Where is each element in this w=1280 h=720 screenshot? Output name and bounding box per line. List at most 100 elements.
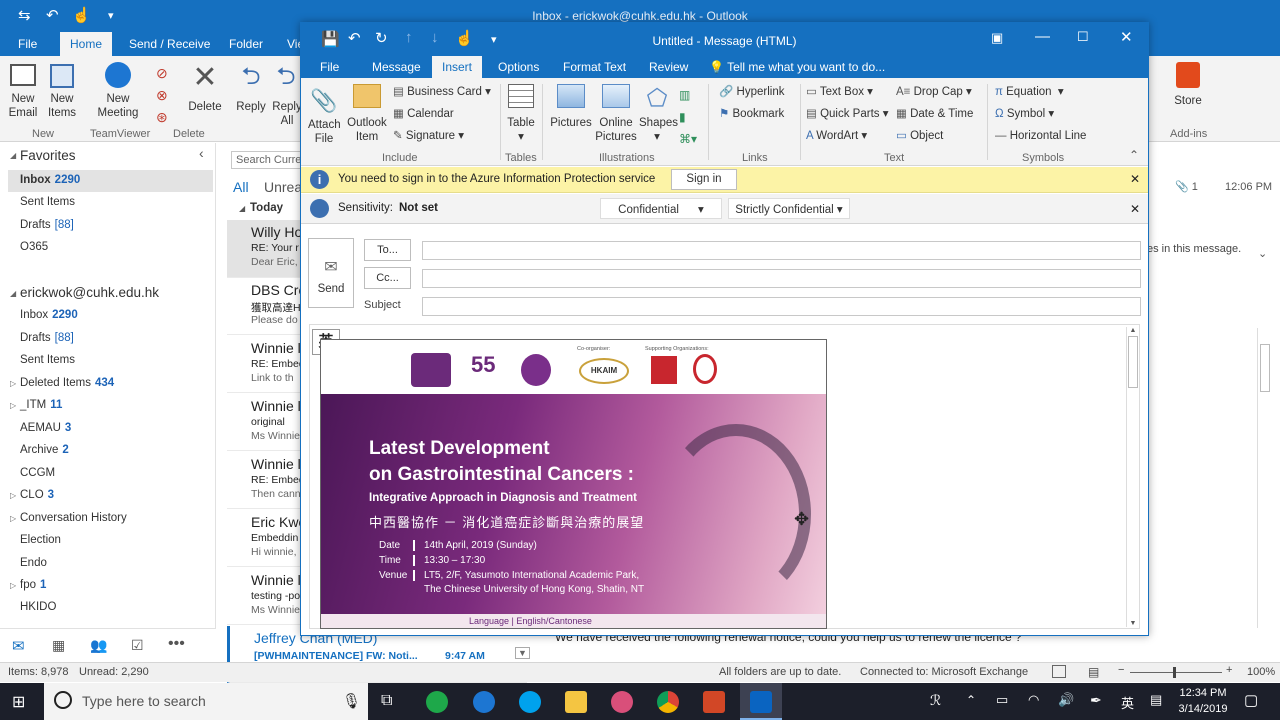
cc-button[interactable]: Cc... (364, 267, 411, 289)
hyperlink-button[interactable]: 🔗 Hyperlink (719, 85, 784, 99)
smartart-chart-screenshot-icons[interactable]: ▥ ▮ ⌘▾ (679, 84, 697, 150)
expand-deleted-icon[interactable]: ▷ (10, 379, 16, 388)
body-scrollbar[interactable]: ▲ ▼ (1126, 327, 1139, 627)
taskbar-clock[interactable]: 12:34 PM 3/14/2019 (1170, 685, 1236, 717)
cleanup-icons[interactable]: ⊘ ⊗ ⊛ (156, 62, 168, 128)
expand-clo-icon[interactable]: ▷ (10, 491, 16, 500)
folder-conversation-history[interactable]: Conversation History (20, 512, 127, 524)
outlook-taskbar-button[interactable] (740, 683, 782, 720)
reading-view-icon[interactable]: ▤ (1088, 665, 1099, 679)
ribbon-display-options-icon[interactable]: ▣ (991, 30, 1003, 46)
event-flyer-image[interactable]: 55 Co-organiser: HKAIM Supporting Organi… (320, 339, 827, 629)
keyboard-layout-icon[interactable]: ▤ (1150, 692, 1162, 708)
expand-conversation-icon[interactable]: ▷ (10, 514, 16, 523)
reply-all-button[interactable]: ⮌ Reply All (272, 62, 300, 128)
wordart-button[interactable]: A WordArt ▾ (806, 129, 867, 143)
collapse-account-icon[interactable]: ◢ (10, 289, 16, 298)
favorites-header[interactable]: Favorites (20, 148, 76, 163)
zoom-out-icon[interactable]: − (1118, 664, 1124, 676)
date-time-button[interactable]: ▦ Date & Time (896, 107, 973, 121)
drop-cap-button[interactable]: A≡ Drop Cap ▾ (896, 85, 972, 99)
folder-clo[interactable]: CLO 3 (20, 489, 54, 501)
tell-me-search[interactable]: 💡 Tell me what you want to do... (709, 60, 885, 74)
zoom-slider-thumb[interactable] (1173, 667, 1176, 678)
cc-field[interactable] (422, 269, 1141, 288)
zoom-slider[interactable] (1130, 672, 1222, 673)
powerpoint-icon[interactable] (703, 691, 725, 713)
close-icon[interactable]: ✕ (1120, 28, 1133, 46)
favorite-o365[interactable]: O365 (20, 241, 48, 253)
new-items-button[interactable]: New Items (44, 64, 80, 120)
network-icon[interactable]: ◠ (1028, 692, 1039, 708)
folder-fpo[interactable]: fpo 1 (20, 579, 46, 591)
teamviewer-taskbar-icon[interactable] (473, 691, 495, 713)
business-card-button[interactable]: ▤ Business Card ▾ (393, 85, 491, 99)
skype-icon[interactable] (519, 691, 541, 713)
minimize-icon[interactable]: — (1035, 28, 1050, 45)
new-email-button[interactable]: New Email (6, 64, 40, 120)
tab-format-text[interactable]: Format Text (563, 60, 626, 74)
people-icon[interactable]: ℛ (930, 692, 941, 709)
folder-archive[interactable]: Archive 2 (20, 444, 69, 456)
folder-sent-items[interactable]: Sent Items (20, 354, 75, 366)
tab-send-receive[interactable]: Send / Receive (129, 37, 210, 51)
folder-endo[interactable]: Endo (20, 557, 47, 569)
folder-inbox[interactable]: Inbox 2290 (20, 309, 78, 321)
store-button[interactable]: Store (1170, 62, 1206, 108)
tab-insert[interactable]: Insert (432, 56, 483, 78)
dismiss-aip-icon[interactable]: ✕ (1130, 172, 1140, 186)
app-green-icon[interactable] (426, 691, 448, 713)
folder-aemau[interactable]: AEMAU 3 (20, 422, 71, 434)
folder-election[interactable]: Election (20, 534, 61, 546)
tasks-nav-icon[interactable]: ☑ (131, 637, 144, 654)
favorite-drafts[interactable]: Drafts [88] (20, 219, 74, 231)
favorite-inbox[interactable]: Inbox 2290 (8, 170, 213, 192)
subject-field[interactable] (422, 297, 1141, 316)
filter-unread[interactable]: Unrea (264, 179, 302, 195)
bookmark-button[interactable]: ⚑ Bookmark (719, 107, 784, 121)
symbol-button[interactable]: Ω Symbol ▾ (995, 107, 1054, 121)
action-center-icon[interactable]: ▢ (1244, 691, 1258, 709)
quick-parts-button[interactable]: ▤ Quick Parts ▾ (806, 107, 888, 121)
taskbar-search-box[interactable]: Type here to search 🎙 (44, 683, 368, 720)
strictly-confidential-dropdown[interactable]: Strictly Confidential ▾ (728, 198, 850, 219)
maximize-icon[interactable]: ☐ (1077, 29, 1089, 45)
calendar-button[interactable]: ▦ Calendar (393, 107, 454, 121)
collapse-today-icon[interactable]: ◢ (239, 204, 245, 213)
tab-file[interactable]: File (320, 60, 339, 74)
expand-itm-icon[interactable]: ▷ (10, 401, 16, 410)
delete-button[interactable]: ✕ Delete (186, 62, 224, 114)
horizontal-line-button[interactable]: — Horizontal Line (995, 129, 1086, 143)
mail-nav-icon[interactable]: ✉ (12, 637, 25, 655)
tab-home[interactable]: Home (60, 32, 113, 56)
table-button[interactable]: Table ▾ (505, 84, 537, 144)
battery-icon[interactable]: ▭ (996, 692, 1008, 708)
zoom-in-icon[interactable]: + (1226, 664, 1232, 676)
ime-language-indicator[interactable]: 英 (1121, 693, 1134, 712)
pictures-button[interactable]: Pictures (549, 84, 593, 130)
folder-drafts[interactable]: Drafts [88] (20, 332, 74, 344)
chrome-icon[interactable] (657, 691, 679, 713)
volume-icon[interactable]: 🔊 (1058, 692, 1074, 708)
new-meeting-teamviewer-button[interactable]: New Meeting (95, 62, 141, 120)
tab-review[interactable]: Review (649, 60, 688, 74)
show-hidden-icons[interactable]: ⌃ (966, 693, 976, 707)
to-button[interactable]: To... (364, 239, 411, 261)
outlook-item-button[interactable]: Outlook Item (347, 84, 387, 144)
microphone-icon[interactable]: 🎙 (342, 692, 361, 710)
people-nav-icon[interactable]: 👥 (90, 637, 107, 654)
folder-hkido[interactable]: HKIDO (20, 601, 56, 613)
shapes-button[interactable]: ⬠ Shapes ▾ (639, 84, 678, 144)
attach-file-button[interactable]: 📎 Attach File (308, 86, 341, 146)
sign-in-button[interactable]: Sign in (671, 169, 737, 190)
tab-options[interactable]: Options (498, 60, 539, 74)
snipping-tool-icon[interactable] (611, 691, 633, 713)
account-header[interactable]: erickwok@cuhk.edu.hk (20, 285, 159, 300)
collapse-pane-icon[interactable]: ‹ (199, 145, 204, 161)
more-nav-icon[interactable]: ••• (168, 635, 185, 653)
dismiss-sensitivity-icon[interactable]: ✕ (1130, 202, 1140, 216)
file-explorer-icon[interactable] (565, 691, 587, 713)
confidential-dropdown[interactable]: Confidential ▾ (600, 198, 722, 219)
to-field[interactable] (422, 241, 1141, 260)
task-view-icon[interactable]: ⧉ (381, 692, 392, 710)
